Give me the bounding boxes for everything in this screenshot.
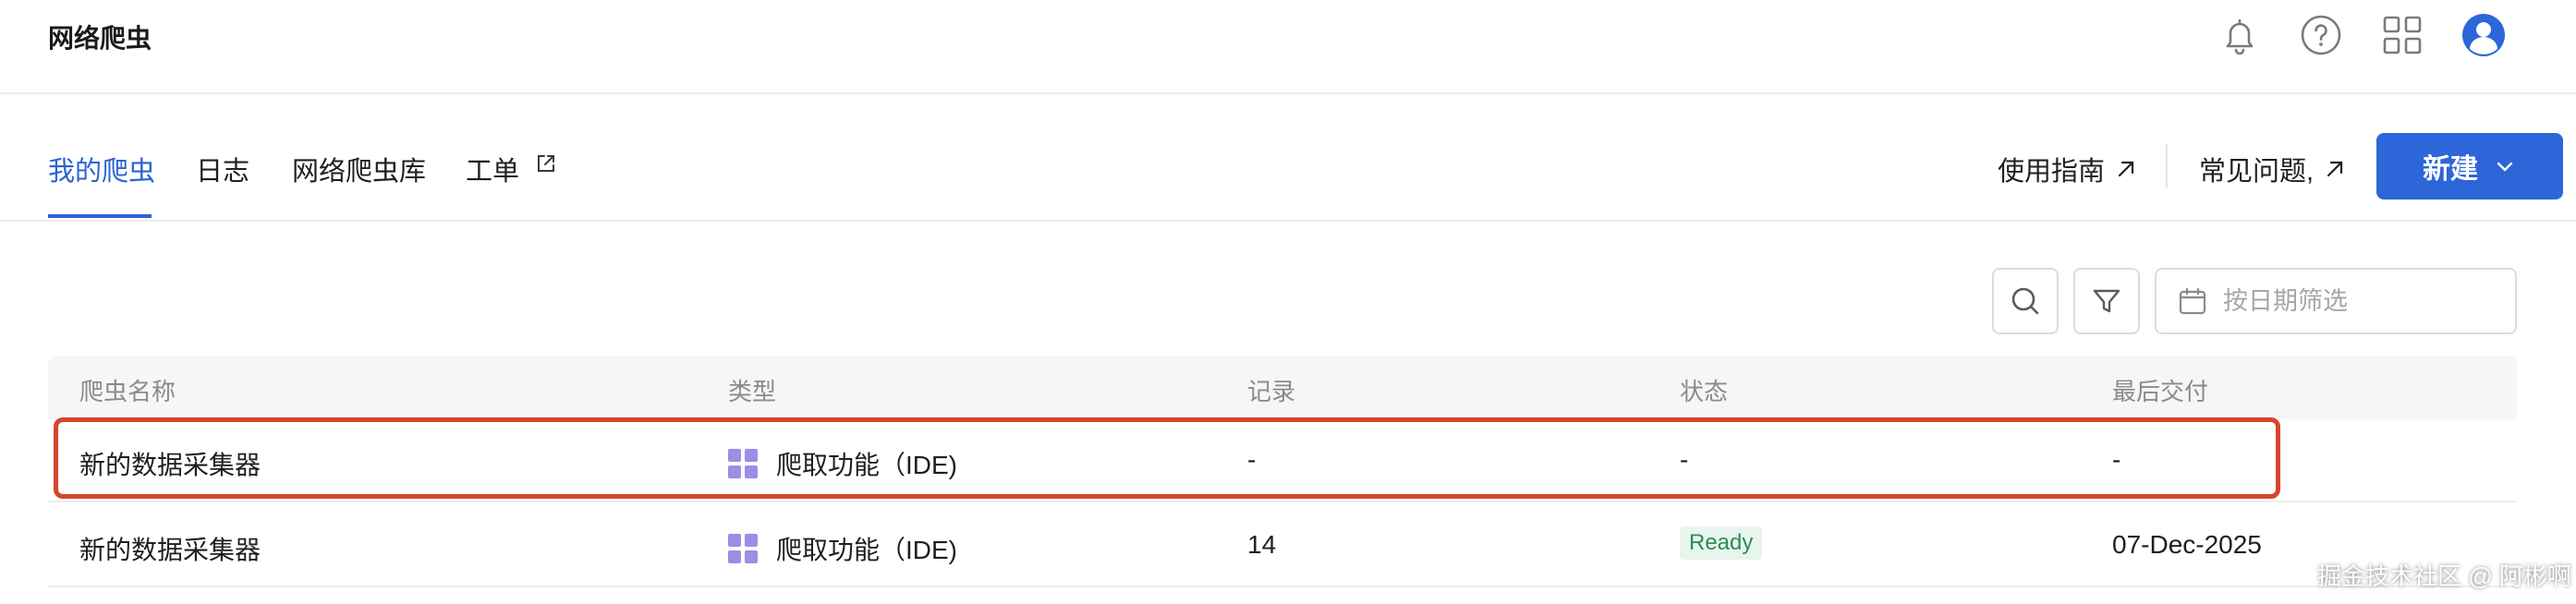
column-header-name[interactable]: 爬虫名称 bbox=[79, 373, 176, 407]
column-header-status[interactable]: 状态 bbox=[1680, 373, 1728, 407]
last-delivery: 07-Dec-2025 bbox=[2112, 530, 2262, 559]
column-header-type[interactable]: 类型 bbox=[728, 373, 776, 407]
column-header-last-delivery[interactable]: 最后交付 bbox=[2112, 373, 2208, 407]
record-count: - bbox=[1247, 445, 1257, 474]
filter-button[interactable] bbox=[2073, 268, 2140, 334]
date-filter-input[interactable] bbox=[2223, 286, 2500, 316]
crawler-table: 爬虫名称 类型 记录 状态 最后交付 新的数据采集器 爬取功能（IDE) - -… bbox=[48, 356, 2517, 604]
user-avatar-icon[interactable] bbox=[2461, 13, 2506, 57]
guide-link-label: 使用指南 bbox=[1998, 157, 2106, 187]
divider bbox=[2166, 144, 2168, 188]
last-delivery: - bbox=[2112, 445, 2121, 474]
table-header: 爬虫名称 类型 记录 状态 最后交付 bbox=[48, 356, 2517, 419]
crawler-type: 爬取功能（IDE) bbox=[728, 530, 957, 567]
record-count: 14 bbox=[1247, 530, 1277, 559]
guide-link[interactable]: 使用指南 bbox=[1998, 150, 2138, 188]
column-header-records[interactable]: 记录 bbox=[1247, 373, 1295, 407]
ide-grid-icon bbox=[728, 449, 758, 478]
crawler-name[interactable]: 新的数据采集器 bbox=[79, 445, 261, 482]
tab-logs[interactable]: 日志 bbox=[196, 150, 249, 188]
search-icon bbox=[2011, 287, 2039, 315]
tab-crawler-library[interactable]: 网络爬虫库 bbox=[292, 150, 426, 188]
crawler-type: 爬取功能（IDE) bbox=[728, 445, 957, 482]
date-filter-field[interactable] bbox=[2155, 268, 2517, 334]
active-tab-indicator bbox=[48, 214, 152, 218]
table-row[interactable]: 新的数据采集器 爬取功能（IDE) 14 Ready 07-Dec-2025 bbox=[48, 504, 2517, 587]
external-link-icon[interactable] bbox=[534, 151, 558, 175]
help-icon[interactable] bbox=[2299, 13, 2343, 57]
ide-grid-icon bbox=[728, 534, 758, 563]
crawler-type-label: 爬取功能（IDE) bbox=[776, 451, 958, 479]
new-button-label: 新建 bbox=[2423, 154, 2478, 185]
crawler-name[interactable]: 新的数据采集器 bbox=[79, 530, 261, 567]
bell-icon[interactable] bbox=[2218, 13, 2262, 57]
table-row[interactable]: 新的数据采集器 爬取功能（IDE) - - - bbox=[48, 419, 2517, 502]
status-badge: Ready bbox=[1680, 526, 1763, 560]
calendar-icon bbox=[2179, 287, 2206, 315]
faq-link[interactable]: 常见问题, bbox=[2199, 150, 2347, 188]
crawler-type-label: 爬取功能（IDE) bbox=[776, 536, 958, 564]
watermark-text: 掘金技术社区 @ 阿彬啊 bbox=[2317, 562, 2571, 590]
app-title: 网络爬虫 bbox=[48, 24, 152, 53]
top-bar: 网络爬虫 bbox=[0, 0, 2576, 94]
crawler-status: - bbox=[1680, 445, 1689, 474]
arrow-up-right-icon bbox=[2118, 161, 2134, 177]
arrow-up-right-icon bbox=[2327, 161, 2343, 177]
tab-my-crawlers[interactable]: 我的爬虫 bbox=[48, 150, 155, 188]
search-button[interactable] bbox=[1992, 268, 2059, 334]
tab-tickets[interactable]: 工单 bbox=[466, 150, 519, 188]
faq-link-label: 常见问题, bbox=[2199, 157, 2315, 187]
filter-icon bbox=[2093, 289, 2120, 313]
apps-grid-icon[interactable] bbox=[2380, 13, 2424, 57]
new-button[interactable]: 新建 bbox=[2376, 133, 2563, 199]
chevron-down-icon bbox=[2497, 162, 2513, 172]
